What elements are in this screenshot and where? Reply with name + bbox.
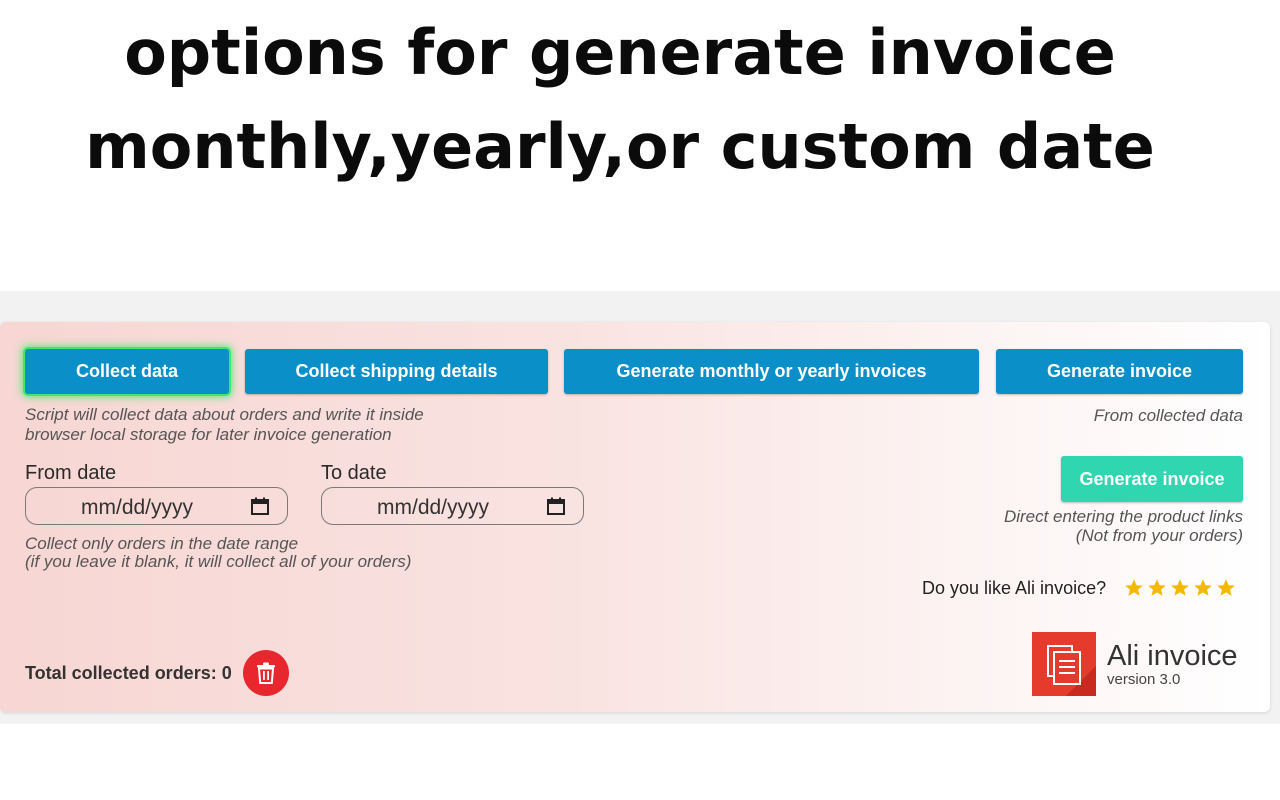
extension-panel: Collect data Collect shipping details Ge…	[0, 322, 1270, 712]
calendar-icon[interactable]	[251, 497, 269, 515]
star-icon[interactable]	[1147, 578, 1167, 598]
brand-name: Ali invoice	[1107, 640, 1238, 672]
headline-line-2: monthly,yearly,or custom date	[85, 110, 1155, 183]
collect-data-button[interactable]: Collect data	[25, 349, 229, 394]
rating-stars[interactable]	[1124, 578, 1236, 598]
generate-invoice-direct-button[interactable]: Generate invoice	[1061, 456, 1243, 502]
to-date-value: mm/dd/yyyy	[377, 496, 490, 519]
date-range-hint-line-1: Collect only orders in the date range	[25, 534, 299, 553]
to-date-label: To date	[321, 462, 387, 484]
ali-invoice-logo	[1032, 632, 1096, 696]
to-date-input[interactable]: mm/dd/yyyy	[321, 487, 584, 525]
trash-icon	[257, 662, 275, 684]
from-date-value: mm/dd/yyyy	[81, 496, 194, 519]
generate-invoice-button[interactable]: Generate invoice	[996, 349, 1243, 394]
from-date-label: From date	[25, 462, 117, 484]
calendar-icon[interactable]	[547, 497, 565, 515]
collect-hint-line-1: Script will collect data about orders an…	[25, 405, 424, 424]
document-icon	[1047, 645, 1096, 696]
generate-monthly-yearly-button[interactable]: Generate monthly or yearly invoices	[564, 349, 979, 394]
clear-orders-button[interactable]	[243, 650, 289, 696]
direct-hint-line-2: (Not from your orders)	[1075, 526, 1243, 545]
star-icon[interactable]	[1170, 578, 1190, 598]
from-date-input[interactable]: mm/dd/yyyy	[25, 487, 288, 525]
collect-hint-line-2: browser local storage for later invoice …	[25, 425, 392, 444]
brand-version: version 3.0	[1107, 671, 1181, 688]
total-collected-orders: Total collected orders: 0	[25, 663, 232, 683]
star-icon[interactable]	[1193, 578, 1213, 598]
headline-line-1: options for generate invoice	[124, 16, 1116, 89]
date-range-hint-line-2: (if you leave it blank, it will collect …	[25, 552, 412, 571]
star-icon[interactable]	[1124, 578, 1144, 598]
collect-shipping-details-button[interactable]: Collect shipping details	[245, 349, 548, 394]
from-collected-hint: From collected data	[1093, 406, 1243, 425]
star-icon[interactable]	[1216, 578, 1236, 598]
direct-hint-line-1: Direct entering the product links	[1003, 507, 1243, 526]
rating-question: Do you like Ali invoice?	[922, 578, 1107, 598]
